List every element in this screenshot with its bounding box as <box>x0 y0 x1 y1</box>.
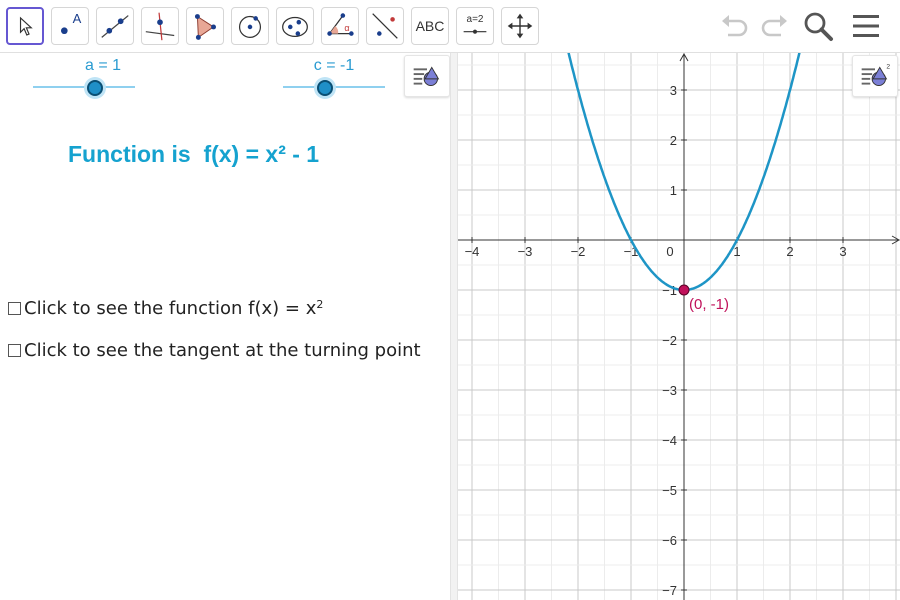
polygon-icon <box>194 14 216 40</box>
style-bar-icon <box>413 66 440 86</box>
slider-a-knob[interactable] <box>87 80 103 96</box>
redo-icon[interactable] <box>755 8 791 44</box>
conic-icon <box>282 16 308 38</box>
y-tick-label: −5 <box>662 483 677 498</box>
slider-c-track[interactable] <box>283 86 385 88</box>
checkbox-label-exponent: 2 <box>316 298 324 311</box>
checkbox-show-tangent[interactable]: Click to see the tangent at the turning … <box>8 340 421 361</box>
conic-tool-button[interactable] <box>276 7 314 45</box>
slider-c-knob[interactable] <box>317 80 333 96</box>
x-tick-label: 3 <box>839 244 846 259</box>
checkbox-box[interactable] <box>8 302 21 315</box>
checkbox-show-x-squared[interactable]: Click to see the function f(x) = x2 <box>8 298 323 319</box>
point-tool-label: A <box>72 11 82 26</box>
toolbar: A α ABC a=2 <box>0 0 900 53</box>
slider-tool-button[interactable]: a=2 <box>456 7 494 45</box>
svg-text:2: 2 <box>886 63 890 70</box>
move-graphics-tool-button[interactable] <box>501 7 539 45</box>
point-tool-button[interactable]: A <box>51 7 89 45</box>
turning-point <box>678 284 690 296</box>
text-tool-label: ABC <box>415 18 445 34</box>
turning-point-label: (0, -1) <box>689 296 729 313</box>
checkbox-label-x-squared: Click to see the function f(x) = x <box>24 298 317 319</box>
checkbox-box[interactable] <box>8 344 21 357</box>
perpendicular-line-icon <box>145 12 175 41</box>
move-tool-button[interactable] <box>6 7 44 45</box>
x-tick-label: −2 <box>571 244 586 259</box>
function-text: Function is f(x) = x² - 1 <box>68 141 320 167</box>
circle-tool-button[interactable] <box>231 7 269 45</box>
menu-icon[interactable] <box>848 8 884 44</box>
x-tick-label: 0 <box>666 244 673 259</box>
slider-a-track[interactable] <box>33 86 135 88</box>
y-tick-label: 3 <box>670 83 677 98</box>
graph-canvas[interactable]: −4 −3 −2 −1 0 1 2 3321−1−2−3−4−5−6−7(0, -1) <box>458 53 900 600</box>
y-tick-label: −7 <box>662 583 677 598</box>
reflect-tool-button[interactable] <box>366 7 404 45</box>
undo-icon[interactable] <box>718 8 754 44</box>
y-tick-label: 2 <box>670 133 677 148</box>
y-tick-label: −2 <box>662 333 677 348</box>
y-tick-label: −4 <box>662 433 677 448</box>
search-icon[interactable] <box>800 8 836 44</box>
angle-tool-label: α <box>344 23 350 33</box>
panel-divider[interactable] <box>450 53 458 600</box>
y-tick-label: −3 <box>662 383 677 398</box>
line-tool-button[interactable] <box>96 7 134 45</box>
circle-icon <box>238 15 262 38</box>
x-tick-label: −4 <box>465 244 480 259</box>
angle-tool-button[interactable]: α <box>321 7 359 45</box>
reflect-icon <box>372 13 398 39</box>
style-bar-icon: 2 <box>861 63 890 86</box>
algebra-style-bar-button[interactable] <box>404 55 450 97</box>
graphics-style-bar-button[interactable]: 2 <box>852 55 898 97</box>
x-tick-label: 2 <box>786 244 793 259</box>
cursor-arrow-icon <box>19 16 33 36</box>
graphics-view[interactable]: −4 −3 −2 −1 0 1 2 3 3 2 1 −1 −2 −3 −4 −5 −6 −7 (0, -1) 2 <box>458 53 900 600</box>
x-tick-label: −3 <box>518 244 533 259</box>
y-tick-label: 1 <box>670 183 677 198</box>
slider-a-label: a = 1 <box>84 57 122 74</box>
y-tick-label: −6 <box>662 533 677 548</box>
move-arrows-icon <box>507 13 533 39</box>
polygon-tool-button[interactable] <box>186 7 224 45</box>
slider-icon <box>463 29 487 34</box>
slider-c-label: c = -1 <box>313 57 355 74</box>
text-tool-button[interactable]: ABC <box>411 7 449 45</box>
algebra-view: a = 1 c = -1 Function is f(x) = x² - 1 C… <box>0 53 450 600</box>
line-icon <box>101 15 129 38</box>
checkbox-label-tangent: Click to see the tangent at the turning … <box>24 340 421 361</box>
perpendicular-line-tool-button[interactable] <box>141 7 179 45</box>
parabola-curve <box>567 53 801 292</box>
